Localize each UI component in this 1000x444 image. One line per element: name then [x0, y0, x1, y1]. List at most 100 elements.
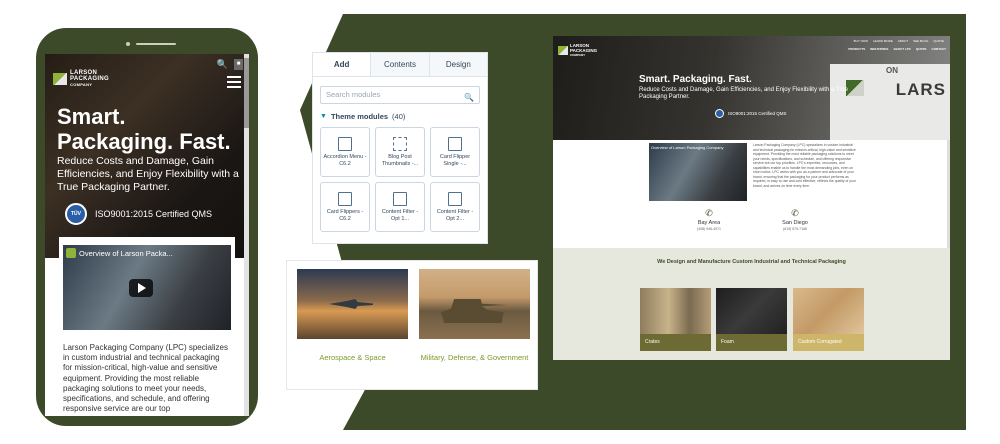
corrugated-image [793, 288, 864, 334]
filter-icon [393, 192, 407, 206]
military-image [419, 269, 530, 339]
contact-number[interactable]: (619) 579-7166 [765, 227, 825, 231]
mobile-scroll-thumb[interactable] [244, 58, 249, 128]
crates-image [640, 288, 711, 334]
tank-icon [441, 299, 507, 323]
filter-icon [448, 192, 462, 206]
utility-link[interactable]: LEARN MORE [873, 39, 893, 43]
logo-mark-icon [558, 46, 568, 56]
showcase-stage: LARSON PACKAGING COMPANY 🔍 ■ Smart. Pack… [0, 0, 1000, 444]
accordion-icon [338, 137, 352, 151]
tab-add[interactable]: Add [313, 53, 372, 76]
category-label[interactable]: Aerospace & Space [297, 353, 408, 362]
desktop-hero-title: Smart. Packaging. Fast. [639, 74, 752, 85]
cert-text: ISO9001:2015 Certified QMS [95, 209, 213, 219]
module-tile[interactable]: Accordion Menu - C6.2 [320, 127, 370, 177]
section-label: Theme modules [330, 112, 389, 121]
desktop-intro-text: Larson Packaging Company (LPC) specializ… [753, 143, 856, 188]
channel-avatar-icon [66, 248, 76, 258]
flip-icon [338, 192, 352, 206]
contact-bay-area[interactable]: ✆ Bay Area (408) 946-4971 [679, 208, 739, 231]
nav-item[interactable]: QUOTE [916, 47, 927, 51]
nav-item[interactable]: PRODUCTS [848, 47, 865, 51]
tab-contents[interactable]: Contents [371, 53, 430, 76]
tile-label: Foam [716, 334, 787, 351]
truck-lettering-back: ON [886, 66, 898, 75]
desktop-intro: Overview of Larson Packaging Company Lar… [649, 140, 861, 208]
search-modules-input[interactable]: Search modules 🔍 [320, 86, 480, 104]
module-tile[interactable]: Blog Post Thumbnails -... [375, 127, 425, 177]
truck-image [830, 64, 950, 140]
nav-item[interactable]: ABOUT LPC [893, 47, 911, 51]
service-tile-foam[interactable]: Foam [716, 288, 787, 351]
phone-icon: ✆ [705, 208, 713, 218]
utility-link[interactable]: SEE BLOG [913, 39, 928, 43]
module-tile[interactable]: Content Filter - Opt 2... [430, 182, 480, 232]
desktop-scrollbar[interactable] [947, 140, 950, 248]
category-card-aerospace[interactable]: Aerospace & Space [297, 269, 408, 362]
logo-line: COMPANY [570, 53, 586, 57]
tab-design[interactable]: Design [430, 53, 487, 76]
phone-speaker [136, 43, 176, 45]
phone-icon: ✆ [791, 208, 799, 218]
section-count: (40) [392, 112, 406, 121]
utility-link[interactable]: ABOUT [898, 39, 908, 43]
nav-item[interactable]: INDUSTRIES [870, 47, 888, 51]
desktop-logo[interactable]: LARSON PACKAGING COMPANY [558, 43, 597, 58]
mobile-phone-frame: LARSON PACKAGING COMPANY 🔍 ■ Smart. Pack… [36, 28, 258, 426]
jet-icon [329, 299, 373, 309]
search-icon[interactable]: 🔍 [217, 59, 228, 70]
desktop-video[interactable]: Overview of Larson Packaging Company [649, 143, 747, 201]
module-label: Content Filter - Opt 2... [436, 209, 474, 222]
play-icon[interactable] [129, 279, 153, 297]
module-label: Blog Post Thumbnails -... [381, 154, 419, 167]
utility-link[interactable]: BUY NOW [854, 39, 868, 43]
module-grid: Accordion Menu - C6.2 Blog Post Thumbnai… [320, 127, 480, 232]
mobile-intro-text: Larson Packaging Company (LPC) specializ… [63, 343, 228, 414]
theme-modules-header[interactable]: ▼ Theme modules (40) [320, 112, 480, 121]
service-tile-crates[interactable]: Crates [640, 288, 711, 351]
logo-line: COMPANY [70, 82, 93, 87]
mobile-hero-title: Smart. Packaging. Fast. [57, 104, 231, 154]
module-label: Accordion Menu - C6.2 [323, 154, 367, 167]
module-tile[interactable]: Content Filter - Opt 1... [375, 182, 425, 232]
search-placeholder: Search modules [326, 90, 381, 99]
aerospace-image [297, 269, 408, 339]
desktop-certification: ISO9001:2015 Certified QMS [715, 109, 787, 118]
module-label: Content Filter - Opt 1... [381, 209, 419, 222]
video-title: Overview of Larson Packaging Company [651, 145, 724, 150]
logo-mark-icon [53, 73, 67, 85]
mobile-intro-card: Overview of Larson Packa... Larson Packa… [59, 237, 235, 416]
video-title: Overview of Larson Packa... [79, 248, 173, 258]
search-icon[interactable]: 🔍 [464, 90, 474, 106]
service-tile-corrugated[interactable]: Custom Corrugated [793, 288, 864, 351]
mobile-video[interactable]: Overview of Larson Packa... [63, 245, 231, 330]
tuv-badge-icon [715, 109, 724, 118]
hamburger-menu-icon[interactable] [227, 76, 241, 91]
module-editor-panel: Add Contents Design Search modules 🔍 ▼ T… [312, 52, 488, 244]
desktop-site-preview: LARS ON BUY NOW LEARN MORE ABOUT SEE BLO… [553, 36, 950, 360]
tile-label: Crates [640, 334, 711, 351]
contact-name: San Diego [782, 220, 808, 226]
category-card-military[interactable]: Military, Defense, & Government [419, 269, 530, 362]
category-cards: Aerospace & Space Military, Defense, & G… [286, 260, 538, 390]
desktop-services-band: We Design and Manufacture Custom Industr… [553, 248, 950, 360]
chevron-down-icon: ▼ [320, 113, 327, 120]
desktop-main-nav: PRODUCTS INDUSTRIES ABOUT LPC QUOTE CONT… [848, 47, 946, 51]
utility-link[interactable]: QUOTE [933, 39, 944, 43]
module-tile[interactable]: Card Flipper Single -... [430, 127, 480, 177]
tuv-badge-icon: TÜV [65, 203, 87, 225]
contact-number[interactable]: (408) 946-4971 [679, 227, 739, 231]
category-label[interactable]: Military, Defense, & Government [419, 353, 530, 362]
contact-san-diego[interactable]: ✆ San Diego (619) 579-7166 [765, 208, 825, 231]
mobile-hero-subtitle: Reduce Costs and Damage, Gain Efficienci… [57, 155, 239, 193]
document-icon[interactable]: ■ [234, 59, 243, 70]
mobile-screen: LARSON PACKAGING COMPANY 🔍 ■ Smart. Pack… [45, 54, 249, 416]
module-tile[interactable]: Card Flippers - C6.2 [320, 182, 370, 232]
nav-item[interactable]: CONTACT [932, 47, 946, 51]
cert-text: ISO9001:2015 Certified QMS [728, 111, 787, 116]
mobile-logo[interactable]: LARSON PACKAGING COMPANY [53, 70, 109, 88]
phone-camera [126, 42, 130, 46]
flip-icon [448, 137, 462, 151]
grid-icon [393, 137, 407, 151]
